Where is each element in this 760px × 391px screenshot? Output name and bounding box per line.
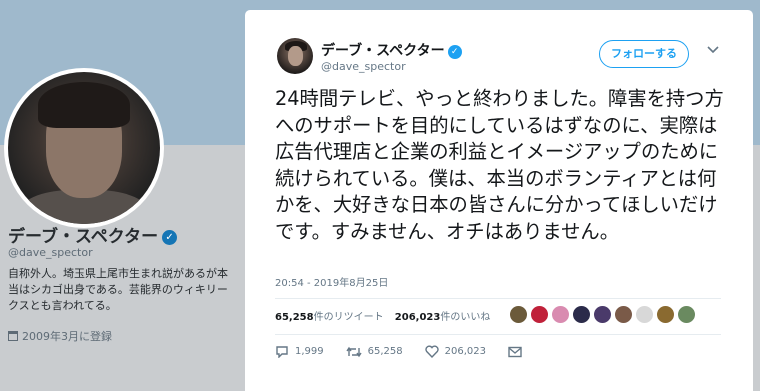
profile-joined-date: 2009年3月に登録	[8, 328, 112, 344]
direct-message-button[interactable]	[508, 346, 528, 358]
like-stat[interactable]: 206,023件のいいね	[395, 312, 499, 323]
liker-avatar[interactable]	[635, 305, 654, 324]
tweet-modal: デーブ・スペクター ✓ @dave_spector フォローする 24時間テレビ、…	[245, 10, 753, 391]
verified-icon: ✓	[447, 45, 462, 59]
liker-avatar[interactable]	[614, 305, 633, 324]
liker-avatars	[509, 305, 696, 324]
chevron-down-icon[interactable]	[707, 44, 719, 57]
profile-avatar[interactable]	[4, 68, 164, 228]
divider	[275, 334, 721, 335]
verified-icon: ✓	[162, 230, 178, 245]
liker-avatar[interactable]	[530, 305, 549, 324]
heart-icon	[424, 345, 439, 358]
like-button[interactable]: 206,023	[424, 345, 486, 358]
liker-avatar[interactable]	[509, 305, 528, 324]
tweet-text: 24時間テレビ、やっと終わりました。障害を持つ方へのサポートを目的にしているはず…	[275, 87, 724, 243]
tweet-actions: 1,999 65,258 206,023	[275, 345, 550, 358]
profile-handle: @dave_spector	[8, 246, 93, 259]
liker-avatar[interactable]	[551, 305, 570, 324]
reply-icon	[276, 346, 288, 358]
divider	[275, 298, 721, 299]
tweet-stats: 65,258件のリツイート 206,023件のいいね	[275, 308, 498, 323]
liker-avatar[interactable]	[656, 305, 675, 324]
retweet-button[interactable]: 65,258	[346, 346, 403, 358]
tweet-timestamp[interactable]: 20:54 - 2019年8月25日	[275, 274, 388, 289]
liker-avatar[interactable]	[572, 305, 591, 324]
profile-name[interactable]: デーブ・スペクター ✓	[8, 222, 178, 247]
profile-bio: 自称外人。埼玉県上尾市生まれ説があるが本当はシカゴ出身である。芸能界のウィキリー…	[8, 267, 228, 312]
liker-avatar[interactable]	[593, 305, 612, 324]
retweet-icon	[346, 346, 362, 357]
calendar-icon	[8, 331, 18, 341]
tweet-author-name[interactable]: デーブ・スペクター ✓	[321, 40, 462, 60]
liker-avatar[interactable]	[677, 305, 696, 324]
tweet-author-avatar[interactable]	[277, 38, 313, 74]
reply-button[interactable]: 1,999	[275, 345, 324, 358]
follow-button[interactable]: フォローする	[599, 40, 689, 68]
envelope-icon	[508, 346, 522, 357]
tweet-author-handle[interactable]: @dave_spector	[321, 60, 406, 73]
retweet-stat[interactable]: 65,258件のリツイート	[275, 312, 392, 323]
